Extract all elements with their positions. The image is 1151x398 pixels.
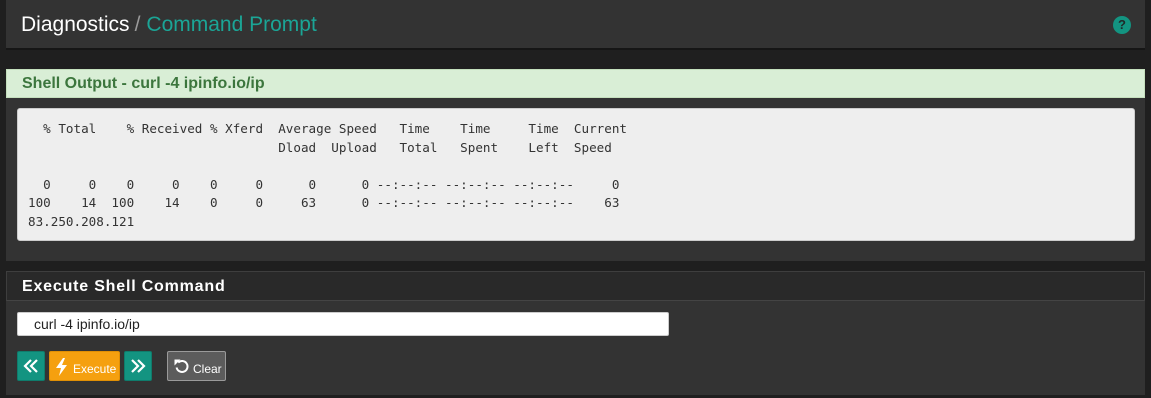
angle-double-left-icon — [23, 359, 38, 373]
breadcrumb-diagnostics[interactable]: Diagnostics — [21, 13, 130, 36]
breadcrumb: Diagnostics / Command Prompt — [21, 12, 317, 38]
execute-command-heading: Execute Shell Command — [6, 271, 1145, 301]
shell-output-box: % Total % Received % Xferd Average Speed… — [17, 108, 1135, 241]
shell-output-heading: Shell Output - curl -4 ipinfo.io/ip — [6, 69, 1145, 98]
undo-icon — [174, 359, 189, 373]
angle-double-right-icon — [131, 359, 146, 373]
shell-output-text: % Total % Received % Xferd Average Speed… — [28, 121, 627, 229]
shell-output-title: Shell Output - curl -4 ipinfo.io/ip — [22, 75, 265, 92]
command-input[interactable] — [17, 312, 669, 336]
bolt-icon — [56, 358, 67, 376]
next-command-button[interactable] — [124, 351, 152, 381]
clear-button[interactable]: Clear — [167, 351, 226, 381]
execute-button[interactable]: Execute — [49, 351, 120, 381]
execute-button-label: Execute — [73, 362, 117, 376]
page-header: Diagnostics / Command Prompt ? — [6, 0, 1145, 48]
execute-command-panel: Execute Shell Command Execute Clear — [6, 271, 1145, 395]
breadcrumb-separator: / — [134, 13, 141, 36]
clear-button-label: Clear — [193, 362, 222, 376]
breadcrumb-command-prompt[interactable]: Command Prompt — [146, 13, 316, 36]
shell-output-panel: Shell Output - curl -4 ipinfo.io/ip % To… — [6, 69, 1145, 261]
previous-command-button[interactable] — [17, 351, 45, 381]
question-circle-icon[interactable]: ? — [1113, 16, 1131, 34]
execute-command-title: Execute Shell Command — [22, 278, 226, 295]
